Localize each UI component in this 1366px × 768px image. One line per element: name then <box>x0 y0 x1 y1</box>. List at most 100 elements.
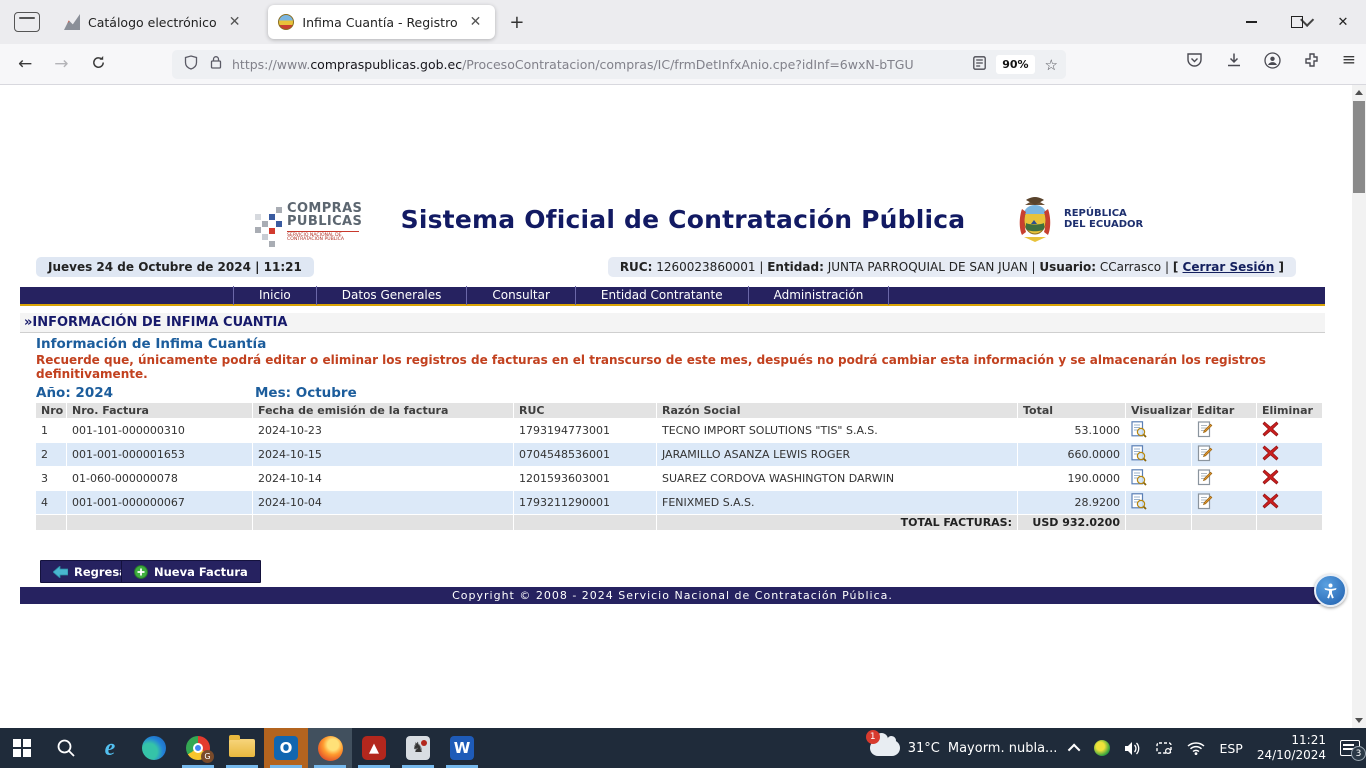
zoom-level-badge[interactable]: 90% <box>996 55 1034 74</box>
table-row: 1 001-101-000000310 2024-10-23 179319477… <box>36 419 1322 442</box>
reader-view-icon[interactable] <box>973 55 986 74</box>
section-title: Información de Infima Cuantía <box>36 336 266 352</box>
ruc-value: 1260023860001 <box>656 260 755 274</box>
delete-invoice-button[interactable] <box>1257 443 1322 466</box>
invoices-table: Nro Nro. Factura Fecha de emisión de la … <box>35 402 1323 531</box>
gov-logo-line1: REPÚBLICA <box>1064 208 1143 220</box>
close-window-button[interactable] <box>1320 0 1366 44</box>
accessibility-icon <box>1322 582 1339 599</box>
view-invoice-button[interactable] <box>1126 467 1191 490</box>
delete-invoice-button[interactable] <box>1257 467 1322 490</box>
nueva-factura-button[interactable]: Nueva Factura <box>121 560 261 583</box>
minimize-button[interactable] <box>1228 0 1274 44</box>
tracking-shield-icon[interactable] <box>184 55 198 74</box>
menu-entidad-contratante[interactable]: Entidad Contratante <box>575 286 748 305</box>
url-bar[interactable]: https://www.compraspublicas.gob.ec/Proce… <box>172 50 1066 79</box>
col-factura: Nro. Factura <box>67 403 252 418</box>
menu-hamburger-icon[interactable]: ≡ <box>1342 50 1356 70</box>
taskbar-word-icon[interactable]: W <box>440 728 484 768</box>
scroll-up-arrow[interactable] <box>1352 85 1366 100</box>
notifications-icon[interactable]: 3 <box>1340 740 1360 756</box>
scroll-down-arrow[interactable] <box>1352 713 1366 728</box>
tab-manager-icon[interactable] <box>14 12 40 32</box>
page-content: COMPRAS PUBLICAS SERVICIO NACIONAL DE CO… <box>0 85 1352 728</box>
taskbar-firefox-icon[interactable] <box>308 728 352 768</box>
scrollbar-thumb[interactable] <box>1353 101 1365 193</box>
month-label: Mes: Octubre <box>255 385 357 401</box>
taskbar-acrobat-icon[interactable]: ▲ <box>352 728 396 768</box>
temperature: 31°C <box>908 741 940 756</box>
menu-inicio[interactable]: Inicio <box>233 286 316 305</box>
menu-datos-generales[interactable]: Datos Generales <box>316 286 467 305</box>
total-value: USD 932.0200 <box>1018 515 1125 530</box>
system-tray: 1 31°C Mayorm. nubla... ESP 11:21 24/10/… <box>870 733 1366 763</box>
main-menu: Inicio Datos Generales Consultar Entidad… <box>20 287 1325 306</box>
total-label: TOTAL FACTURAS: <box>657 515 1017 530</box>
taskbar: e G O ▲ ♞ W 1 31°C Mayorm. nubla... <box>0 728 1366 768</box>
tab-catalogo[interactable]: Catálogo electrónico ✕ <box>54 5 254 39</box>
accessibility-widget[interactable] <box>1314 574 1347 607</box>
weather-widget[interactable]: 1 31°C Mayorm. nubla... <box>870 740 1058 756</box>
new-tab-button[interactable]: + <box>509 12 524 33</box>
edit-invoice-button[interactable] <box>1192 491 1256 514</box>
tab-title: Catálogo electrónico <box>88 15 217 30</box>
taskbar-edge-icon[interactable] <box>132 728 176 768</box>
tab-close-icon[interactable]: ✕ <box>225 14 245 30</box>
tray-expand-chevron-icon[interactable] <box>1068 743 1081 756</box>
menu-administracion[interactable]: Administración <box>748 286 890 305</box>
tray-time: 11:21 <box>1257 733 1326 748</box>
start-button[interactable] <box>0 728 44 768</box>
language-indicator[interactable]: ESP <box>1219 741 1242 756</box>
delete-invoice-button[interactable] <box>1257 419 1322 442</box>
clock[interactable]: 11:21 24/10/2024 <box>1257 733 1326 763</box>
url-bar-right: 90% ☆ <box>973 50 1066 79</box>
snip-tray-icon[interactable] <box>1155 741 1173 756</box>
toolbar-right-icons: ≡ <box>1186 50 1356 70</box>
back-arrow-icon <box>53 566 68 578</box>
volume-icon[interactable] <box>1124 741 1141 756</box>
entidad-label: Entidad: <box>767 260 824 274</box>
bookmark-star-icon[interactable]: ☆ <box>1045 56 1058 74</box>
downloads-icon[interactable] <box>1225 51 1243 69</box>
edit-invoice-button[interactable] <box>1192 467 1256 490</box>
taskbar-app-icon[interactable]: ♞ <box>396 728 440 768</box>
extensions-puzzle-icon[interactable] <box>1303 51 1321 69</box>
reload-button[interactable] <box>91 55 106 74</box>
table-row: 4 001-001-000000067 2024-10-04 179321129… <box>36 491 1322 514</box>
taskbar-ie-icon[interactable]: e <box>88 728 132 768</box>
tab-infima-cuantia[interactable]: Infima Cuantía - Registro ✕ <box>268 5 495 39</box>
back-button[interactable]: ← <box>18 54 32 74</box>
view-invoice-button[interactable] <box>1126 419 1191 442</box>
session-bar: RUC: 1260023860001 | Entidad: JUNTA PARR… <box>608 257 1296 277</box>
account-icon[interactable] <box>1264 51 1282 69</box>
col-total: Total <box>1018 403 1125 418</box>
taskbar-outlook-icon[interactable]: O <box>264 728 308 768</box>
page-title: Sistema Oficial de Contratación Pública <box>0 205 1352 234</box>
col-fecha: Fecha de emisión de la factura <box>253 403 513 418</box>
taskbar-explorer-icon[interactable] <box>220 728 264 768</box>
maximize-button[interactable] <box>1274 0 1320 44</box>
logout-link[interactable]: Cerrar Sesión <box>1183 260 1275 274</box>
browser-toolbar: ← → https://www.compraspublicas.gob.ec/P… <box>0 44 1366 85</box>
notification-count-badge: 3 <box>1351 746 1366 761</box>
tray-date: 24/10/2024 <box>1257 748 1326 763</box>
view-invoice-button[interactable] <box>1126 443 1191 466</box>
usuario-value: CCarrasco <box>1100 260 1161 274</box>
taskbar-chrome-icon[interactable]: G <box>176 728 220 768</box>
pocket-icon[interactable] <box>1186 51 1204 69</box>
menu-consultar[interactable]: Consultar <box>466 286 575 305</box>
delete-invoice-button[interactable] <box>1257 491 1322 514</box>
search-button[interactable] <box>44 728 88 768</box>
forward-button[interactable]: → <box>54 54 68 74</box>
ecuador-crest-favicon-icon <box>278 14 294 30</box>
edit-invoice-button[interactable] <box>1192 419 1256 442</box>
lock-icon[interactable] <box>210 55 222 74</box>
tab-close-icon[interactable]: ✕ <box>466 14 486 30</box>
view-invoice-button[interactable] <box>1126 491 1191 514</box>
wifi-icon[interactable] <box>1187 741 1205 755</box>
page-scrollbar[interactable] <box>1352 85 1366 728</box>
antivirus-tray-icon[interactable] <box>1094 740 1110 756</box>
weather-description: Mayorm. nubla... <box>948 741 1058 756</box>
col-razon: Razón Social <box>657 403 1017 418</box>
edit-invoice-button[interactable] <box>1192 443 1256 466</box>
